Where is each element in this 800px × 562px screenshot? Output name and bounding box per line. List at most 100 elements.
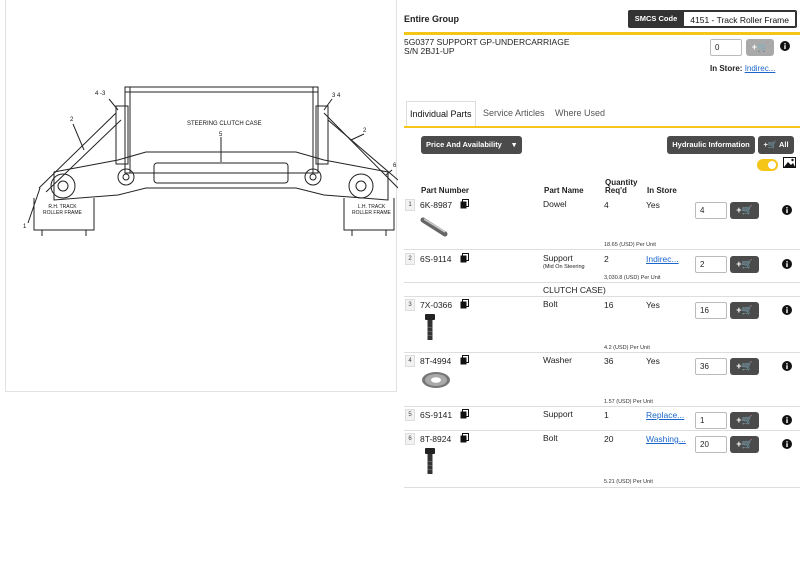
quantity-input[interactable]: 20 xyxy=(695,436,727,453)
add-to-cart-button[interactable]: +🛒 xyxy=(730,412,759,429)
copy-icon[interactable] xyxy=(460,433,469,445)
add-all-label: All xyxy=(778,140,789,149)
qty-required: 36 xyxy=(604,356,614,366)
row-num: 4 xyxy=(405,355,415,367)
rh-track-label: R.H. TRACK ROLLER FRAME xyxy=(43,204,82,216)
add-to-cart-button[interactable]: +🛒 xyxy=(730,436,759,453)
col-in-store: In Store xyxy=(647,186,677,195)
callout-2-left[interactable]: 2 xyxy=(70,117,73,123)
callout-5[interactable]: 5 xyxy=(219,132,222,138)
quantity-input[interactable]: 1 xyxy=(695,412,727,429)
table-row: 6 8T-8924 Bolt 20 Washing... 20 +🛒 5.21 … xyxy=(404,433,800,487)
hydraulic-information-button[interactable]: Hydraulic Information xyxy=(667,136,755,154)
callout-1[interactable]: 1 xyxy=(23,224,26,230)
info-icon[interactable] xyxy=(780,41,790,53)
info-icon[interactable] xyxy=(782,439,792,451)
unit-price: 3,030.8 (USD) Per Unit xyxy=(604,275,661,281)
table-row: 2 6S-9114 Support (Mid On Steering 2 Ind… xyxy=(404,253,800,283)
info-icon[interactable] xyxy=(782,415,792,427)
assembly-title: 5G0377 SUPPORT GP-UNDERCARRIAGE S/N 2BJ1… xyxy=(404,38,569,56)
part-name: Support xyxy=(543,409,573,419)
tab-bar: Individual Parts Service Articles Where … xyxy=(404,101,800,127)
callout-3-4[interactable]: 3 4 xyxy=(332,93,340,99)
assembly-qty-input[interactable]: 0 xyxy=(710,39,742,56)
callout-6[interactable]: 6 xyxy=(393,163,396,169)
bolt-icon xyxy=(420,447,440,477)
tab-service-articles[interactable]: Service Articles xyxy=(480,101,548,126)
table-row: 4 8T-4994 Washer 36 Yes 36 +🛒 1.57 (USD)… xyxy=(404,355,800,407)
copy-icon[interactable] xyxy=(460,253,469,265)
unit-price: 1.57 (USD) Per Unit xyxy=(604,399,653,405)
callout-2-right[interactable]: 2 xyxy=(363,128,366,134)
unit-price: 18.65 (USD) Per Unit xyxy=(604,242,656,248)
smcs-label: SMCS Code xyxy=(634,14,678,23)
chevron-down-icon: ▾ xyxy=(512,140,516,149)
add-to-cart-button[interactable]: +🛒 xyxy=(730,256,759,273)
add-all-button[interactable]: +🛒 All xyxy=(758,136,794,154)
add-to-cart-button[interactable]: +🛒 xyxy=(730,358,759,375)
part-number[interactable]: 8T-4994 xyxy=(420,356,451,366)
part-name: Washer xyxy=(543,355,572,365)
col-quantity: Quantity Req'd xyxy=(605,179,637,195)
image-toggle[interactable] xyxy=(757,159,778,171)
group-header: Entire Group SMCS Code 4151 - Track Roll… xyxy=(404,9,800,31)
unit-price: 5.21 (USD) Per Unit xyxy=(604,479,653,485)
part-number[interactable]: 6S-9114 xyxy=(420,254,452,264)
part-number[interactable]: 8T-8924 xyxy=(420,434,451,444)
diagram-drawing xyxy=(27,86,398,236)
quantity-input[interactable]: 36 xyxy=(695,358,727,375)
quantity-input[interactable]: 2 xyxy=(695,256,727,273)
header-divider xyxy=(404,32,800,35)
price-availability-dropdown[interactable]: Price And Availability ▾ xyxy=(421,136,522,154)
copy-icon[interactable] xyxy=(460,409,469,421)
in-store-link[interactable]: Washing... xyxy=(646,434,686,444)
in-store-status: Yes xyxy=(646,300,660,310)
add-to-cart-button[interactable]: +🛒 xyxy=(730,302,759,319)
col-quantity-line2: Req'd xyxy=(605,186,627,195)
smcs-value: 4151 - Track Roller Frame xyxy=(683,11,796,27)
tab-divider xyxy=(404,126,800,128)
row-num: 6 xyxy=(405,433,415,445)
tab-where-used[interactable]: Where Used xyxy=(552,101,608,126)
copy-icon[interactable] xyxy=(460,299,469,311)
smcs-code: SMCS Code 4151 - Track Roller Frame xyxy=(627,10,797,28)
row-divider xyxy=(404,296,800,297)
part-name: Dowel xyxy=(543,199,567,209)
part-number[interactable]: 6S-9141 xyxy=(420,410,452,420)
callout-4-3[interactable]: 4 -3 xyxy=(95,91,105,97)
in-store-link[interactable]: Indirec... xyxy=(745,64,776,73)
info-icon[interactable] xyxy=(782,305,792,317)
copy-icon[interactable] xyxy=(460,355,469,367)
in-store-link[interactable]: Replace... xyxy=(646,410,684,420)
part-name: Bolt xyxy=(543,433,558,443)
quantity-input[interactable]: 4 xyxy=(695,202,727,219)
washer-icon xyxy=(420,369,452,393)
part-name: Support (Mid On Steering xyxy=(543,254,585,271)
cart-plus-icon: +🛒 xyxy=(763,140,778,149)
copy-icon[interactable] xyxy=(460,199,469,211)
part-number[interactable]: 6K-8987 xyxy=(420,200,452,210)
col-part-number: Part Number xyxy=(421,186,470,195)
parts-diagram[interactable]: 4 -3 3 4 2 2 5 6 1 STEERING CLUTCH CASE … xyxy=(5,0,398,392)
info-icon[interactable] xyxy=(782,205,792,217)
qty-required: 2 xyxy=(604,254,609,264)
tab-individual-parts[interactable]: Individual Parts xyxy=(406,101,476,127)
assembly-add-to-cart-button[interactable]: +🛒 xyxy=(746,39,774,56)
quantity-input[interactable]: 16 xyxy=(695,302,727,319)
in-store-label: In Store: xyxy=(710,64,743,73)
in-store-status: Yes xyxy=(646,200,660,210)
row-divider xyxy=(404,406,800,407)
in-store-link[interactable]: Indirec... xyxy=(646,254,679,264)
row-num: 5 xyxy=(405,409,415,421)
image-icon[interactable] xyxy=(783,157,796,170)
info-icon[interactable] xyxy=(782,259,792,271)
qty-required: 16 xyxy=(604,300,614,310)
part-number[interactable]: 7X-0366 xyxy=(420,300,452,310)
add-to-cart-button[interactable]: +🛒 xyxy=(730,202,759,219)
row-num: 1 xyxy=(405,199,415,211)
lh-track-line2: ROLLER FRAME xyxy=(352,210,391,216)
unit-price: 4.2 (USD) Per Unit xyxy=(604,345,650,351)
info-icon[interactable] xyxy=(782,361,792,373)
table-row: 5 6S-9141 Support 1 Replace... 1 +🛒 xyxy=(404,409,800,429)
rh-track-line2: ROLLER FRAME xyxy=(43,210,82,216)
